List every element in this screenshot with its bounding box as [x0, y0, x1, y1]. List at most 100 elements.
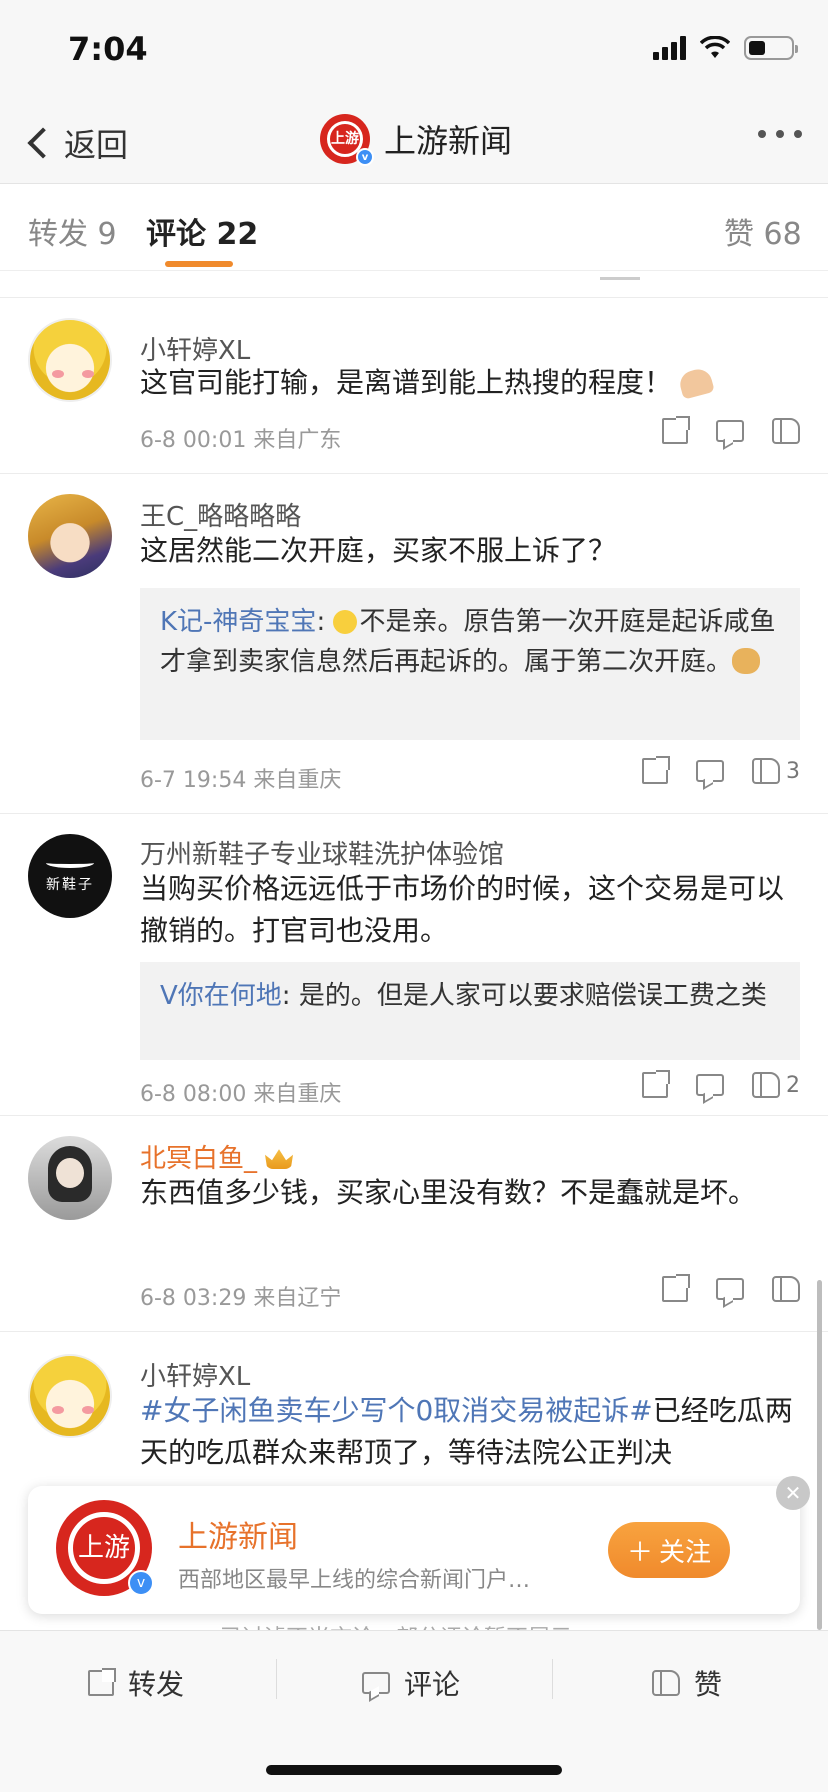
comment-username[interactable]: 万州新鞋子专业球鞋洗护体验馆 — [140, 834, 504, 871]
reply-button[interactable] — [696, 760, 724, 782]
follow-button[interactable]: ＋ 关注 — [608, 1522, 730, 1578]
share-icon — [642, 1070, 670, 1098]
nav-bar: 返回 上游 v 上游新闻 — [0, 100, 828, 184]
hashtag-link[interactable]: #女子闲鱼卖车少写个0取消交易被起诉# — [140, 1394, 653, 1427]
divider — [552, 1659, 553, 1699]
share-icon — [642, 756, 670, 784]
folded-hands-emoji-icon — [677, 366, 715, 400]
comment-icon — [696, 760, 724, 782]
laughing-emoji-icon — [333, 610, 358, 634]
thumbs-up-icon — [652, 1670, 680, 1696]
comment-text: 这居然能二次开庭，买家不服上诉了？ — [140, 534, 617, 567]
status-time: 7:04 — [68, 30, 148, 68]
follow-label: 关注 — [659, 1537, 712, 1568]
thumbs-up-icon — [752, 1072, 780, 1098]
account-name[interactable]: 上游新闻 — [178, 1512, 298, 1556]
share-icon — [662, 416, 690, 444]
avatar-logo-text: 上游 — [68, 1512, 140, 1584]
plus-icon: ＋ — [626, 1537, 653, 1568]
reply-box[interactable]: V你在何地: 是的。但是人家可以要求赔偿误工费之类 — [140, 962, 800, 1060]
page-title: 上游新闻 — [384, 122, 513, 160]
account-description: 西部地区最早上线的综合新闻门户… — [178, 1568, 531, 1593]
verified-icon: v — [128, 1570, 154, 1596]
avatar[interactable] — [28, 494, 112, 578]
chevron-left-icon — [27, 127, 59, 159]
reply-button[interactable] — [716, 420, 744, 442]
share-button[interactable] — [642, 1070, 670, 1098]
scrollbar[interactable] — [817, 1280, 822, 1630]
comment-username[interactable]: 王C_略略略略 — [140, 496, 301, 533]
comment-username[interactable]: 小轩婷XL — [140, 1356, 250, 1393]
comment-meta: 6-8 08:00 来自重庆 — [140, 1082, 342, 1107]
avatar[interactable]: 新鞋子 — [28, 834, 112, 918]
comment-actions: 3 — [642, 756, 800, 784]
comment-item: 北冥白鱼_ 东西值多少钱，买家心里没有数？不是蠢就是坏。 6-8 03:29 来… — [0, 1116, 828, 1332]
account-avatar: 上游 v — [320, 114, 374, 166]
home-indicator — [266, 1765, 562, 1775]
tab-like[interactable]: 赞 68 — [724, 209, 802, 253]
like-button[interactable] — [772, 1276, 800, 1302]
like-button[interactable]: 2 — [752, 1072, 800, 1098]
like-button[interactable]: 3 — [752, 758, 800, 784]
comment-icon — [696, 1074, 724, 1096]
bottom-action-bar: 转发 评论 赞 — [0, 1630, 828, 1792]
comment-text: 东西值多少钱，买家心里没有数？不是蠢就是坏。 — [140, 1176, 757, 1209]
comment-item: 王C_略略略略 这居然能二次开庭，买家不服上诉了？ K记-神奇宝宝: 不是亲。原… — [0, 474, 828, 814]
wifi-icon — [700, 36, 730, 58]
comment-button[interactable]: 评论 — [362, 1663, 460, 1703]
reply-button[interactable] — [716, 1278, 744, 1300]
comment-actions: 2 — [642, 1070, 800, 1098]
comment-icon — [716, 1278, 744, 1300]
signal-icon — [653, 36, 686, 60]
divider — [276, 1659, 277, 1699]
reply-username[interactable]: K记-神奇宝宝 — [160, 607, 316, 637]
like-button[interactable]: 赞 — [652, 1663, 722, 1703]
reply-box[interactable]: K记-神奇宝宝: 不是亲。原告第一次开庭是起诉咸鱼才拿到卖家信息然后再起诉的。属… — [140, 588, 800, 740]
reply-button[interactable] — [696, 1074, 724, 1096]
avatar[interactable] — [28, 1354, 112, 1438]
list-item-partial — [0, 272, 828, 298]
account-avatar[interactable]: 上游 v — [56, 1500, 154, 1596]
tab-repost[interactable]: 转发 9 — [28, 209, 117, 253]
crown-badge-icon — [265, 1149, 294, 1169]
verified-icon: v — [356, 148, 374, 166]
like-button[interactable] — [772, 418, 800, 444]
close-icon[interactable]: ✕ — [776, 1476, 810, 1510]
tab-comment[interactable]: 评论 22 — [146, 209, 258, 253]
doge-emoji-icon — [732, 648, 761, 674]
comment-text: 这官司能打输，是离谱到能上热搜的程度！ — [140, 366, 673, 399]
follow-card[interactable]: 上游 v 上游新闻 西部地区最早上线的综合新闻门户… ＋ 关注 ✕ — [28, 1476, 810, 1614]
comment-icon — [716, 420, 744, 442]
comment-meta: 6-8 03:29 来自辽宁 — [140, 1286, 342, 1311]
share-icon — [662, 1274, 690, 1302]
comment-item: 小轩婷XL 这官司能打输，是离谱到能上热搜的程度！ 6-8 00:01 来自广东 — [0, 298, 828, 474]
share-icon — [88, 1668, 116, 1696]
status-bar: 7:04 — [0, 0, 828, 100]
repost-button[interactable]: 转发 — [88, 1663, 184, 1703]
avatar[interactable] — [28, 318, 112, 402]
share-button[interactable] — [662, 416, 690, 444]
like-label: 赞 — [694, 1668, 723, 1701]
comment-username[interactable]: 北冥白鱼_ — [140, 1138, 294, 1175]
tab-bar: 转发 9 评论 22 赞 68 — [0, 185, 828, 271]
comment-meta: 6-7 19:54 来自重庆 — [140, 768, 342, 793]
comment-text: 当购买价格远远低于市场价的时候，这个交易是可以撤销的。打官司也没用。 — [140, 872, 785, 947]
active-tab-indicator — [165, 261, 233, 267]
avatar-logo-text: 新鞋子 — [46, 877, 94, 893]
thumbs-up-icon — [752, 758, 780, 784]
reply-username[interactable]: V你在何地 — [160, 981, 282, 1011]
comment-actions — [662, 1274, 800, 1302]
repost-label: 转发 — [128, 1668, 185, 1701]
share-button[interactable] — [662, 1274, 690, 1302]
shoe-logo-icon — [46, 858, 94, 868]
nav-account[interactable]: 上游 v 上游新闻 — [320, 114, 513, 166]
back-button[interactable]: 返回 — [24, 120, 128, 166]
comment-item: 新鞋子 万州新鞋子专业球鞋洗护体验馆 当购买价格远远低于市场价的时候，这个交易是… — [0, 814, 828, 1116]
share-button[interactable] — [642, 756, 670, 784]
reply-text: 是的。但是人家可以要求赔偿误工费之类 — [298, 981, 767, 1011]
more-icon[interactable] — [758, 130, 802, 138]
thumbs-up-icon — [772, 418, 800, 444]
comment-actions — [662, 416, 800, 444]
avatar[interactable] — [28, 1136, 112, 1220]
comment-icon — [362, 1672, 390, 1694]
